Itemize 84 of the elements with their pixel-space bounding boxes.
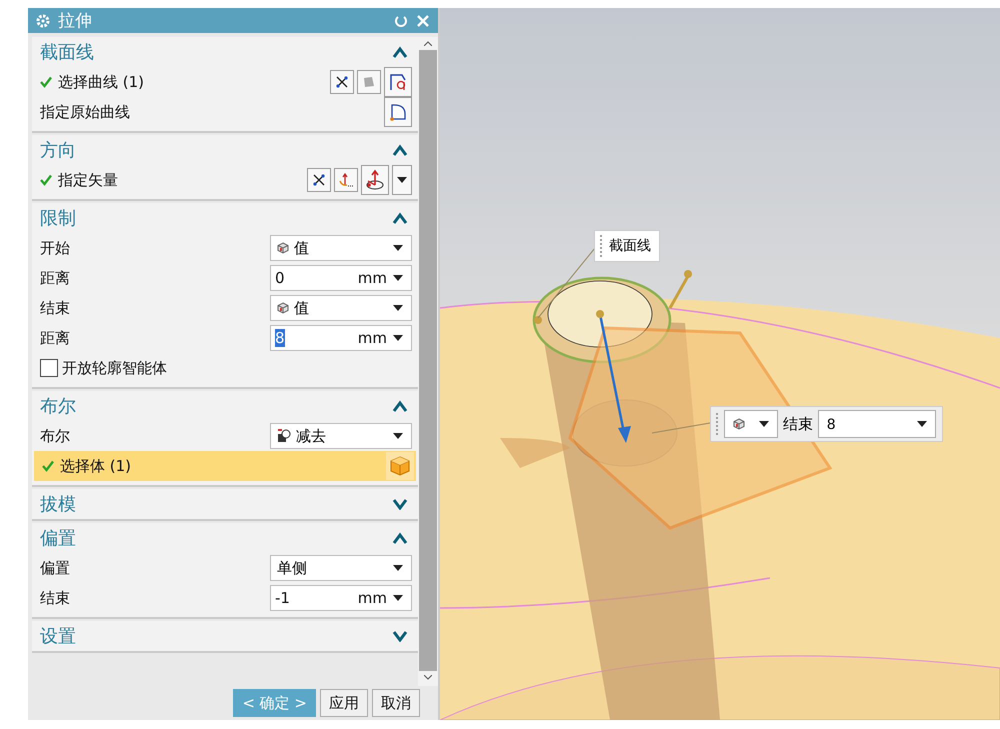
crossed-arrows-icon bbox=[311, 172, 327, 188]
close-icon[interactable] bbox=[416, 14, 430, 28]
settings-icon[interactable] bbox=[36, 14, 50, 28]
row-label: 距离 bbox=[40, 328, 71, 348]
number-field[interactable]: 8 mm bbox=[270, 325, 412, 351]
dropdown-caret-icon bbox=[759, 421, 769, 427]
dialog-button[interactable]: 应用 bbox=[320, 689, 368, 717]
cube-icon bbox=[733, 418, 745, 430]
selection-row[interactable]: 选择曲线 (1) bbox=[32, 67, 418, 97]
section-title[interactable]: 布尔 bbox=[40, 394, 76, 418]
collapse-chevron-icon[interactable] bbox=[392, 46, 408, 58]
dropdown[interactable]: 单侧 bbox=[270, 555, 412, 581]
crossed-arrows-button[interactable] bbox=[307, 168, 331, 192]
dropdown-caret-icon bbox=[397, 177, 407, 183]
vector-button[interactable] bbox=[361, 165, 389, 195]
number-field[interactable]: -1 mm bbox=[270, 585, 412, 611]
dropdown-caret-icon bbox=[393, 595, 403, 601]
dropdown-caret-icon bbox=[393, 245, 403, 251]
row-label: 距离 bbox=[40, 268, 71, 288]
dropdown-caret-icon bbox=[393, 433, 403, 439]
curve-corner-icon bbox=[388, 102, 408, 122]
curve-rule-button[interactable] bbox=[384, 67, 412, 97]
callout-label: 截面线 bbox=[594, 230, 660, 262]
collapse-chevron-icon[interactable] bbox=[392, 144, 408, 156]
section-title[interactable]: 方向 bbox=[40, 138, 76, 162]
leader-line bbox=[652, 422, 710, 434]
expand-chevron-icon[interactable] bbox=[392, 630, 408, 642]
reset-icon[interactable] bbox=[394, 14, 408, 28]
row-label: 布尔 bbox=[40, 426, 71, 446]
dialog-title: 拉伸 bbox=[58, 10, 93, 32]
axis-icon bbox=[338, 172, 354, 188]
scroll-up-icon[interactable] bbox=[424, 41, 432, 46]
vector-icon bbox=[364, 169, 386, 191]
dropdown[interactable]: 值 bbox=[270, 295, 412, 321]
cube-icon bbox=[277, 242, 289, 254]
section-title[interactable]: 偏置 bbox=[40, 526, 76, 550]
dropdown[interactable]: 值 bbox=[270, 235, 412, 261]
dialog-button[interactable]: 取消 bbox=[372, 689, 420, 717]
dropdown-caret-icon bbox=[393, 275, 403, 281]
solid-body-button[interactable] bbox=[386, 452, 414, 480]
scrollbar[interactable] bbox=[418, 37, 438, 686]
cube-icon bbox=[277, 302, 289, 314]
collapse-chevron-icon[interactable] bbox=[392, 212, 408, 224]
dropdown-caret-icon bbox=[917, 421, 927, 427]
crossed-arrows-button[interactable] bbox=[330, 70, 354, 94]
number-field[interactable]: 0 mm bbox=[270, 265, 412, 291]
value-dropdown[interactable]: 8 bbox=[818, 410, 936, 438]
collapse-chevron-icon[interactable] bbox=[392, 532, 408, 544]
handle-label: 结束 bbox=[783, 414, 813, 434]
leader-line bbox=[538, 248, 596, 318]
type-dropdown[interactable] bbox=[724, 410, 778, 438]
row-label: 选择曲线 (1) bbox=[58, 72, 146, 92]
row-label: 指定矢量 bbox=[58, 170, 119, 190]
curve-rule-icon bbox=[388, 72, 408, 92]
dropdown-caret-icon bbox=[393, 335, 403, 341]
dropdown-caret-icon bbox=[393, 565, 403, 571]
checkbox[interactable] bbox=[40, 359, 58, 377]
section-title[interactable]: 限制 bbox=[40, 206, 76, 230]
checkbox-label: 开放轮廓智能体 bbox=[62, 358, 168, 378]
row-label: 指定原始曲线 bbox=[40, 102, 131, 122]
scroll-down-icon[interactable] bbox=[424, 675, 432, 680]
axis-button[interactable] bbox=[334, 168, 358, 192]
collapse-chevron-icon[interactable] bbox=[392, 400, 408, 412]
row-label: 结束 bbox=[40, 588, 71, 608]
section-title[interactable]: 设置 bbox=[40, 624, 76, 648]
selection-row[interactable]: 指定矢量 bbox=[32, 165, 418, 195]
row-label: 结束 bbox=[40, 298, 71, 318]
section-title[interactable]: 截面线 bbox=[40, 40, 94, 64]
section-title[interactable]: 拔模 bbox=[40, 492, 76, 516]
expand-chevron-icon[interactable] bbox=[392, 498, 408, 510]
dropdown-button[interactable] bbox=[392, 165, 412, 195]
selection-row[interactable]: 选择体 (1) bbox=[34, 451, 416, 481]
row-label: 开始 bbox=[40, 238, 71, 258]
point-handle[interactable] bbox=[534, 316, 542, 324]
curve-corner-button[interactable] bbox=[384, 97, 412, 127]
dropdown-caret-icon bbox=[393, 305, 403, 311]
row-label: 偏置 bbox=[40, 558, 71, 578]
subtract-icon bbox=[277, 429, 291, 443]
row-label: 选择体 (1) bbox=[60, 456, 132, 476]
graphics-viewport[interactable]: 截面线 结束 8 bbox=[438, 8, 1000, 720]
dropdown[interactable]: 减去 bbox=[270, 423, 412, 449]
solid-cube-icon bbox=[389, 455, 411, 477]
crossed-arrows-icon bbox=[334, 74, 350, 90]
face-icon bbox=[361, 74, 377, 90]
